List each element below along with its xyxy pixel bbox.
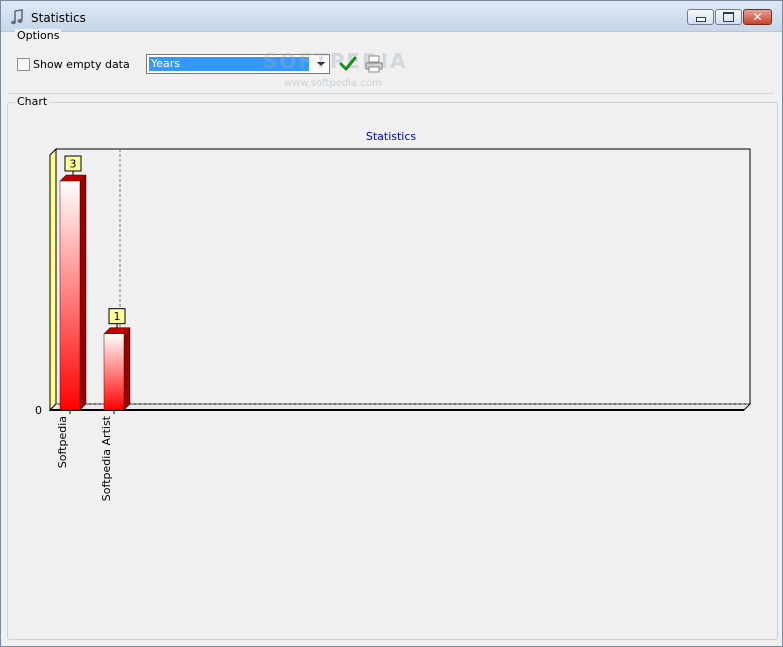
bar — [59, 180, 81, 411]
plot-left-wall — [49, 147, 57, 412]
data-label: 3 — [70, 158, 77, 171]
chart-title: Statistics — [366, 130, 417, 143]
bar-side — [123, 327, 131, 411]
statistics-window: Statistics ✕ Options Show empty data Yea… — [0, 0, 783, 647]
x-tick-label: Softpedia — [56, 416, 69, 468]
plot-back-wall — [55, 148, 751, 405]
x-tick-label: Softpedia Artist — [100, 415, 113, 501]
data-label: 1 — [114, 310, 121, 323]
bar-chart: Statistics 0 3 Softpedia 1 Softpedia Artist — [35, 130, 752, 501]
bar — [103, 333, 125, 411]
y-tick-label: 0 — [35, 404, 42, 417]
bar-side — [79, 174, 87, 411]
